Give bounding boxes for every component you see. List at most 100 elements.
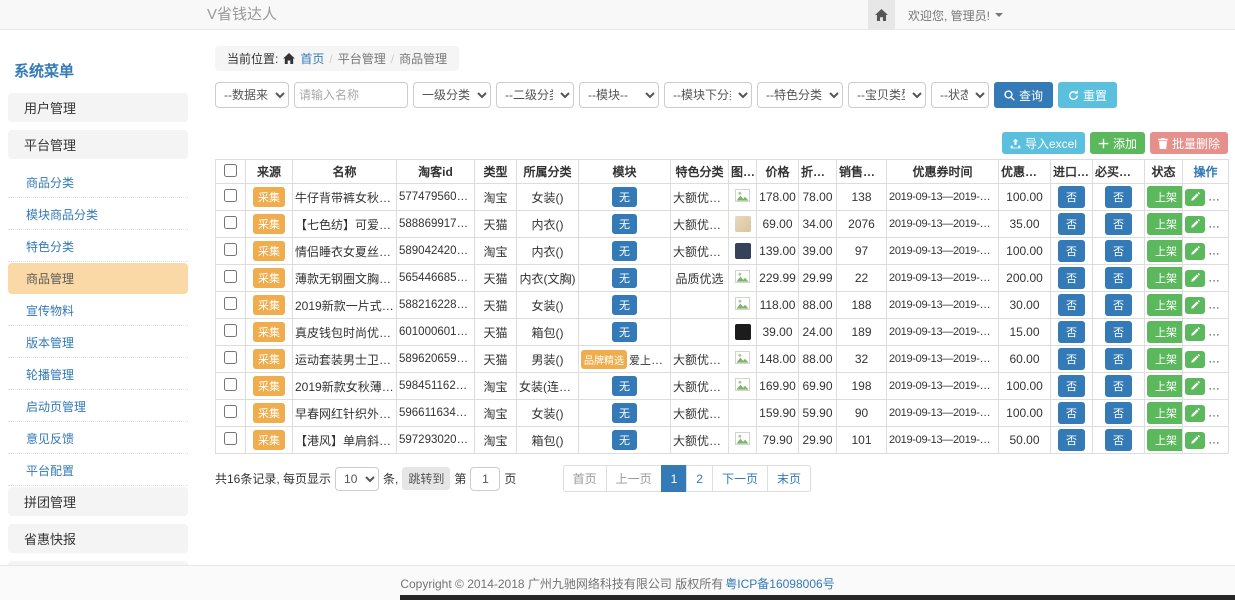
- breadcrumb-home-link[interactable]: 首页: [300, 50, 324, 67]
- jump-page-input[interactable]: [470, 467, 500, 491]
- import-select-toggle[interactable]: 否: [1058, 375, 1085, 397]
- page-size-select[interactable]: 10: [335, 467, 379, 491]
- edit-button[interactable]: [1185, 405, 1205, 422]
- sidebar-item[interactable]: 商品分类: [8, 167, 188, 198]
- status-button[interactable]: 上架: [1147, 375, 1183, 397]
- page-button-首页[interactable]: 首页: [563, 465, 607, 492]
- must-buy-toggle[interactable]: 否: [1105, 213, 1132, 235]
- filter-feature-select[interactable]: --特色分类--: [757, 82, 843, 108]
- sidebar-item[interactable]: 省惠快报: [8, 524, 188, 553]
- sidebar-item[interactable]: 意见反馈: [8, 423, 188, 454]
- sidebar-item[interactable]: 商品管理: [8, 263, 188, 294]
- filter-name-input[interactable]: [294, 82, 408, 108]
- must-buy-toggle[interactable]: 否: [1105, 348, 1132, 370]
- status-button[interactable]: 上架: [1147, 213, 1183, 235]
- sidebar-item[interactable]: 用户管理: [8, 93, 188, 122]
- table-body: 采集牛仔背带裤女秋装减龄...577479560965淘宝女装()无大额优惠券1…: [216, 184, 1229, 454]
- import-excel-button[interactable]: 导入excel: [1002, 132, 1085, 154]
- import-select-toggle[interactable]: 否: [1058, 240, 1085, 262]
- filter-item-type-select[interactable]: --宝贝类型--: [848, 82, 926, 108]
- sidebar-item[interactable]: 拼团管理: [8, 487, 188, 516]
- source-badge: 采集: [253, 187, 285, 207]
- source-badge: 采集: [253, 241, 285, 261]
- edit-button[interactable]: [1185, 216, 1205, 233]
- reset-button[interactable]: 重置: [1058, 82, 1117, 108]
- product-name-cell: 早春网红针织外套女春...: [293, 400, 397, 427]
- edit-button[interactable]: [1185, 297, 1205, 314]
- page-button-2[interactable]: 2: [686, 465, 713, 492]
- edit-button[interactable]: [1185, 351, 1205, 368]
- sidebar-item[interactable]: 平台配置: [8, 455, 188, 486]
- sidebar-item[interactable]: 版本管理: [8, 327, 188, 358]
- sidebar-item[interactable]: 启动页管理: [8, 391, 188, 422]
- import-select-toggle[interactable]: 否: [1058, 402, 1085, 424]
- edit-button[interactable]: [1185, 324, 1205, 341]
- edit-button[interactable]: [1185, 270, 1205, 287]
- query-button[interactable]: 查询: [994, 82, 1053, 108]
- page-button-1[interactable]: 1: [661, 465, 688, 492]
- column-header: 所属分类: [517, 160, 579, 184]
- must-buy-toggle[interactable]: 否: [1105, 186, 1132, 208]
- row-checkbox[interactable]: [224, 351, 237, 364]
- column-header: 折后价: [799, 160, 837, 184]
- status-button[interactable]: 上架: [1147, 240, 1183, 262]
- must-buy-toggle[interactable]: 否: [1105, 429, 1132, 451]
- import-select-toggle[interactable]: 否: [1058, 267, 1085, 289]
- must-buy-toggle[interactable]: 否: [1105, 375, 1132, 397]
- user-menu[interactable]: 欢迎您, 管理员!: [908, 0, 1003, 30]
- row-checkbox[interactable]: [224, 270, 237, 283]
- page-button-下一页[interactable]: 下一页: [712, 465, 768, 492]
- edit-button[interactable]: [1185, 243, 1205, 260]
- caret-down-icon: [995, 13, 1003, 17]
- row-checkbox[interactable]: [224, 405, 237, 418]
- import-select-toggle[interactable]: 否: [1058, 213, 1085, 235]
- page-button-上一页[interactable]: 上一页: [606, 465, 662, 492]
- import-select-toggle[interactable]: 否: [1058, 294, 1085, 316]
- status-button[interactable]: 上架: [1147, 186, 1183, 208]
- row-checkbox[interactable]: [224, 378, 237, 391]
- jump-pre-text: 第: [454, 470, 466, 487]
- sidebar-item[interactable]: 模块商品分类: [8, 199, 188, 230]
- must-buy-toggle[interactable]: 否: [1105, 321, 1132, 343]
- import-select-toggle[interactable]: 否: [1058, 186, 1085, 208]
- add-button[interactable]: 添加: [1090, 132, 1145, 154]
- must-buy-toggle[interactable]: 否: [1105, 294, 1132, 316]
- import-select-toggle[interactable]: 否: [1058, 348, 1085, 370]
- edit-button[interactable]: [1185, 432, 1205, 449]
- edit-button[interactable]: [1185, 378, 1205, 395]
- sidebar-item[interactable]: 宣传物料: [8, 295, 188, 326]
- sidebar-item[interactable]: 平台管理: [8, 130, 188, 159]
- filter-category1-select[interactable]: 一级分类: [413, 82, 491, 108]
- icp-link[interactable]: 粤ICP备16098006号: [725, 575, 834, 592]
- page-button-末页[interactable]: 末页: [767, 465, 811, 492]
- status-button[interactable]: 上架: [1147, 267, 1183, 289]
- filter-category2-select[interactable]: --二级分类--: [496, 82, 574, 108]
- status-button[interactable]: 上架: [1147, 321, 1183, 343]
- row-checkbox[interactable]: [224, 432, 237, 445]
- jump-button[interactable]: 跳转到: [402, 467, 450, 490]
- import-select-toggle[interactable]: 否: [1058, 429, 1085, 451]
- sidebar-item[interactable]: 特色分类: [8, 231, 188, 262]
- status-button[interactable]: 上架: [1147, 294, 1183, 316]
- import-select-toggle[interactable]: 否: [1058, 321, 1085, 343]
- status-button[interactable]: 上架: [1147, 429, 1183, 451]
- row-checkbox[interactable]: [224, 297, 237, 310]
- filter-module-sub-select[interactable]: --模块下分类--: [664, 82, 752, 108]
- must-buy-toggle[interactable]: 否: [1105, 402, 1132, 424]
- row-checkbox[interactable]: [224, 243, 237, 256]
- row-checkbox[interactable]: [224, 324, 237, 337]
- sidebar-item[interactable]: 轮播管理: [8, 359, 188, 390]
- must-buy-toggle[interactable]: 否: [1105, 240, 1132, 262]
- status-button[interactable]: 上架: [1147, 402, 1183, 424]
- filter-source-select[interactable]: --数据来源--: [215, 82, 289, 108]
- batch-delete-button[interactable]: 批量删除: [1150, 132, 1228, 154]
- status-button[interactable]: 上架: [1147, 348, 1183, 370]
- select-all-checkbox[interactable]: [224, 164, 237, 177]
- row-checkbox[interactable]: [224, 216, 237, 229]
- home-button[interactable]: [868, 0, 895, 30]
- row-checkbox[interactable]: [224, 189, 237, 202]
- must-buy-toggle[interactable]: 否: [1105, 267, 1132, 289]
- filter-module-select[interactable]: --模块--: [579, 82, 659, 108]
- filter-status-select[interactable]: --状态--: [931, 82, 989, 108]
- edit-button[interactable]: [1185, 189, 1205, 206]
